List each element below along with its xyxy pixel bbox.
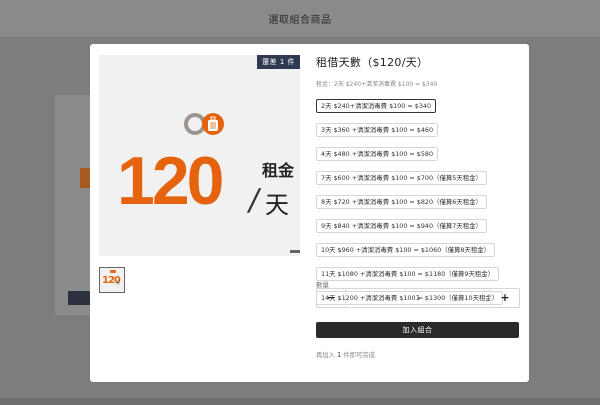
background-footer bbox=[0, 398, 600, 405]
hint-suffix: 件即可完成 bbox=[343, 352, 375, 359]
image-scroll-indicator bbox=[290, 250, 300, 253]
rental-option[interactable]: 7天 $600 +清潔消毒費 $100 = $700（僅算5天租金） bbox=[316, 171, 487, 185]
quantity-increase-button[interactable]: + bbox=[491, 289, 519, 307]
product-thumbnail[interactable]: 120 天 bbox=[99, 267, 125, 293]
page-header: 選取組合商品 bbox=[0, 0, 600, 37]
thumbnail-logo-icon bbox=[110, 270, 116, 273]
luggage-logo-icon bbox=[184, 113, 224, 135]
quantity-stepper: − 1 + bbox=[316, 288, 520, 308]
rental-option[interactable]: 3天 $360 +清潔消毒費 $100 = $460 bbox=[316, 123, 439, 137]
image-price-number: 120 bbox=[117, 143, 224, 219]
image-slash: / bbox=[245, 183, 263, 218]
image-day-label: 天 bbox=[265, 191, 289, 219]
hint-count: 1 bbox=[336, 351, 342, 359]
background-product-image bbox=[80, 168, 90, 188]
hint-prefix: 再加入 bbox=[316, 352, 335, 359]
quantity-input[interactable]: 1 bbox=[345, 289, 491, 307]
rental-option[interactable]: 4天 $480 +清潔消毒費 $100 = $580 bbox=[316, 147, 439, 161]
rental-options: 2天 $240+清潔消毒費 $100 = $340 3天 $360 +清潔消毒費… bbox=[316, 93, 521, 309]
product-selection-modal: 還差 1 件 120 / 租金 天 120 天 租借天數（$120/天） 租金：… bbox=[90, 44, 529, 382]
add-to-bundle-button[interactable]: 加入組合 bbox=[316, 322, 519, 338]
rental-option[interactable]: 10天 $960 +清潔消毒費 $100 = $1060（僅算8天租金） bbox=[316, 243, 495, 257]
completion-hint: 再加入 1 件即可完成 bbox=[316, 350, 375, 359]
rental-option[interactable]: 9天 $840 +清潔消毒費 $100 = $940（僅算7天租金） bbox=[316, 219, 487, 233]
rental-option[interactable]: 2天 $240+清潔消毒費 $100 = $340 bbox=[316, 99, 437, 113]
price-summary: 租金：2天 $240+清潔消毒費 $100 = $340 bbox=[316, 81, 438, 88]
stock-badge: 還差 1 件 bbox=[257, 55, 300, 69]
product-main-image: 還差 1 件 120 / 租金 天 bbox=[99, 55, 300, 256]
page-title: 選取組合商品 bbox=[268, 15, 332, 26]
rental-option[interactable]: 11天 $1080 +清潔消毒費 $100 = $1180（僅算9天租金） bbox=[316, 267, 500, 281]
quantity-decrease-button[interactable]: − bbox=[317, 289, 345, 307]
rental-option[interactable]: 8天 $720 +清潔消毒費 $100 = $820（僅算6天租金） bbox=[316, 195, 487, 209]
product-title: 租借天數（$120/天） bbox=[316, 56, 429, 69]
image-rent-label: 租金 bbox=[262, 161, 295, 180]
thumbnail-day-label: 天 bbox=[116, 280, 120, 285]
